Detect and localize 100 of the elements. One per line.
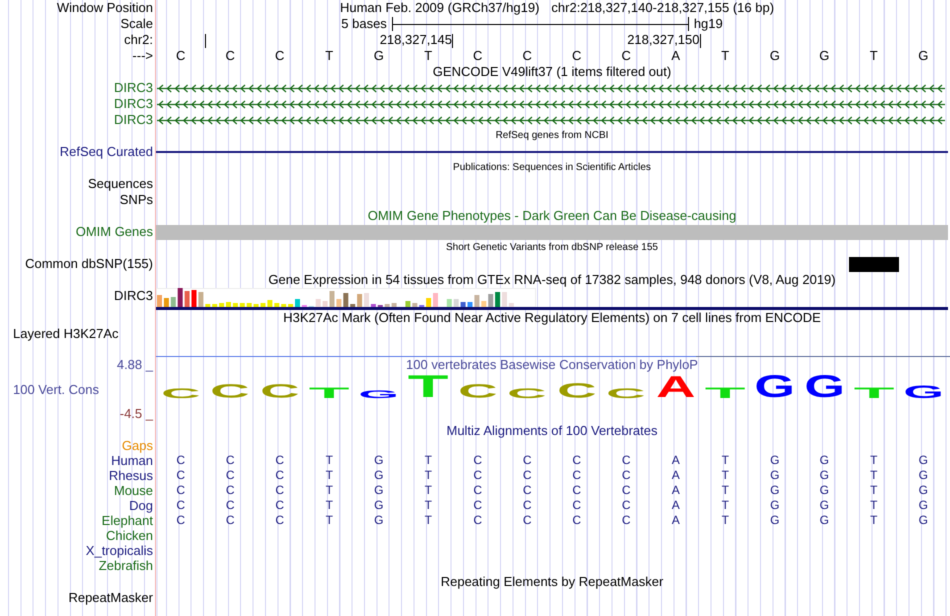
aligned-base: G bbox=[373, 513, 384, 528]
aligned-base: G bbox=[918, 513, 929, 528]
aligned-base: C bbox=[274, 498, 286, 513]
aligned-base: G bbox=[918, 453, 929, 468]
aligned-base: C bbox=[620, 468, 632, 483]
track-label[interactable]: 100 Vert. Cons bbox=[13, 382, 99, 397]
aligned-base: C bbox=[472, 468, 484, 483]
base-letter: G bbox=[917, 48, 930, 64]
aligned-base: G bbox=[373, 453, 384, 468]
aligned-base: T bbox=[424, 468, 433, 483]
logo-letter: T bbox=[704, 388, 746, 399]
aligned-base: C bbox=[472, 453, 484, 468]
aligned-base: G bbox=[769, 468, 780, 483]
assembly-title: Human Feb. 2009 (GRCh37/hg19) bbox=[340, 0, 540, 16]
aligned-base: G bbox=[918, 498, 929, 513]
aligned-base: T bbox=[424, 483, 433, 498]
track-label[interactable]: DIRC3 bbox=[114, 96, 153, 111]
track-title: Repeating Elements by RepeatMasker bbox=[440, 573, 664, 590]
gene-strand-line[interactable] bbox=[156, 84, 946, 93]
aligned-base: C bbox=[522, 453, 533, 468]
aligned-base: G bbox=[769, 498, 780, 513]
axis-label: -4.5 _ bbox=[120, 406, 153, 421]
aligned-base: C bbox=[224, 453, 236, 468]
aligned-base: C bbox=[224, 468, 236, 483]
aligned-base: T bbox=[869, 468, 878, 483]
gene-strand-line[interactable] bbox=[156, 116, 946, 125]
track-title: 100 vertebrates Basewise Conservation by PhyloP bbox=[405, 356, 699, 374]
aligned-base: C bbox=[620, 513, 632, 528]
species-label[interactable]: Rhesus bbox=[108, 468, 153, 483]
row-label: Window Position bbox=[56, 0, 153, 15]
aligned-base: C bbox=[571, 513, 582, 528]
aligned-base: T bbox=[869, 483, 878, 498]
track-label[interactable]: Layered H3K27Ac bbox=[13, 326, 119, 341]
aligned-base: A bbox=[670, 498, 681, 513]
species-label[interactable]: Zebrafish bbox=[98, 558, 153, 573]
base-letter: C bbox=[620, 48, 632, 64]
species-label[interactable]: Mouse bbox=[114, 483, 153, 498]
gene-strand-line[interactable] bbox=[156, 100, 946, 109]
logo-letter: C bbox=[508, 389, 547, 399]
aligned-base: C bbox=[224, 483, 236, 498]
track-title: Short Genetic Variants from dbSNP release 155 bbox=[445, 241, 659, 255]
species-label[interactable]: Chicken bbox=[106, 528, 153, 543]
logo-letter: C bbox=[557, 384, 596, 399]
aligned-base: T bbox=[720, 453, 730, 468]
tick-mark bbox=[204, 34, 206, 48]
aligned-base: T bbox=[424, 513, 433, 528]
base-letter: G bbox=[818, 48, 830, 64]
aligned-base: G bbox=[373, 498, 384, 513]
scale-text: 5 bases bbox=[341, 16, 387, 32]
aligned-base: G bbox=[818, 453, 830, 468]
row-label: Scale bbox=[120, 16, 153, 31]
logo-letter: C bbox=[458, 385, 498, 399]
aligned-base: C bbox=[620, 498, 632, 513]
species-label[interactable]: X_tropicalis bbox=[86, 543, 153, 558]
base-letter: C bbox=[274, 48, 286, 64]
aligned-base: G bbox=[818, 468, 830, 483]
track-label[interactable]: Sequences bbox=[88, 176, 153, 191]
aligned-base: C bbox=[175, 453, 186, 468]
track-label[interactable]: SNPs bbox=[120, 192, 153, 207]
species-label[interactable]: Human bbox=[111, 453, 153, 468]
track-title: Multiz Alignments of 100 Vertebrates bbox=[445, 423, 658, 439]
base-letter: A bbox=[670, 48, 682, 64]
aligned-base: G bbox=[769, 483, 780, 498]
assembly-text: hg19 bbox=[694, 16, 723, 32]
species-label[interactable]: Dog bbox=[129, 498, 153, 513]
logo-letter: C bbox=[260, 385, 300, 399]
row-label: ---> bbox=[132, 48, 153, 63]
track-label[interactable]: DIRC3 bbox=[114, 112, 153, 127]
row-label: chr2: bbox=[124, 32, 153, 47]
aligned-base: T bbox=[424, 453, 433, 468]
aligned-base: G bbox=[818, 498, 830, 513]
track-label[interactable]: Common dbSNP(155) bbox=[25, 256, 153, 271]
base-letter: G bbox=[768, 48, 781, 64]
track-title: H3K27Ac Mark (Often Found Near Active Regulatory Elements) on 7 cell lines from ENCODE bbox=[282, 310, 822, 326]
aligned-base: T bbox=[324, 483, 334, 498]
position-text: chr2:218,327,140-218,327,155 (16 bp) bbox=[551, 0, 774, 16]
aligned-base: C bbox=[522, 483, 533, 498]
track-title: Publications: Sequences in Scientific Articles bbox=[452, 161, 652, 175]
track-label[interactable]: DIRC3 bbox=[114, 80, 153, 95]
expression-bars-drawing[interactable] bbox=[156, 288, 536, 307]
track-label[interactable]: RepeatMasker bbox=[68, 590, 153, 605]
track-title: OMIM Gene Phenotypes - Dark Green Can Be Disease-causing bbox=[366, 208, 738, 224]
aligned-base: T bbox=[720, 498, 730, 513]
track-label[interactable]: RefSeq Curated bbox=[60, 144, 153, 159]
aligned-base: G bbox=[818, 483, 830, 498]
track-title: RefSeq genes from NCBI bbox=[494, 129, 610, 143]
track-label[interactable]: OMIM Genes bbox=[76, 224, 153, 239]
aligned-base: C bbox=[571, 483, 582, 498]
track-label[interactable]: DIRC3 bbox=[114, 288, 153, 303]
aligned-base: G bbox=[918, 483, 929, 498]
aligned-base: G bbox=[373, 468, 384, 483]
tick-mark bbox=[452, 34, 453, 48]
aligned-base: T bbox=[720, 513, 730, 528]
aligned-base: T bbox=[324, 453, 334, 468]
base-letter: T bbox=[324, 48, 334, 64]
track-title: Gene Expression in 54 tissues from GTEx RNA-seq of 17382 samples, 948 donors (V8, Aug 2019) bbox=[267, 272, 837, 288]
species-label[interactable]: Elephant bbox=[102, 513, 153, 528]
base-letter: C bbox=[224, 48, 236, 64]
logo-letter: C bbox=[161, 389, 200, 399]
aligned-base: T bbox=[720, 468, 730, 483]
